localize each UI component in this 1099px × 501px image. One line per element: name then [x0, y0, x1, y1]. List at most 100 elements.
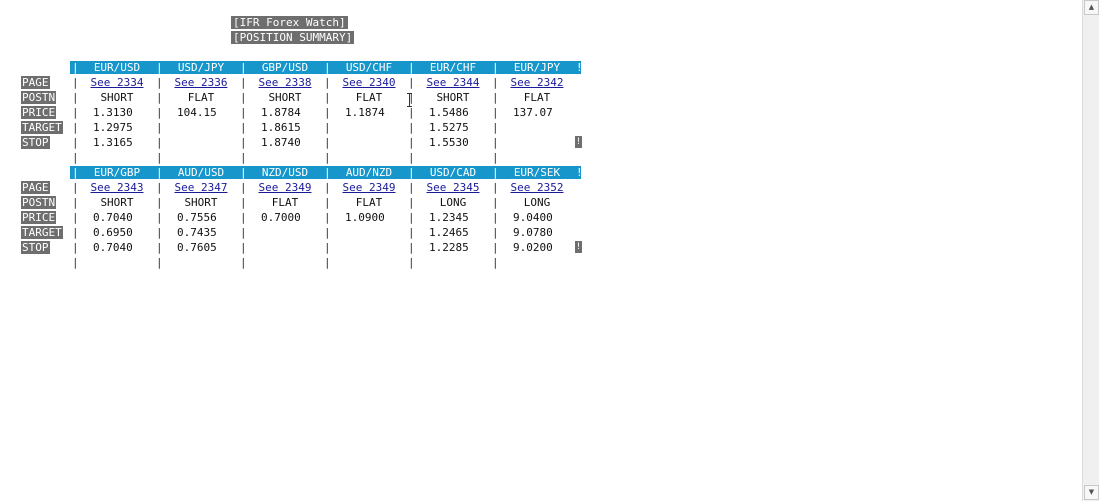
row-label-postn: POSTN: [21, 196, 57, 209]
page-link[interactable]: See 2344: [415, 76, 491, 89]
header-separator: |: [408, 61, 415, 74]
header-separator: |: [324, 166, 331, 179]
row-label-target: TARGET: [21, 121, 63, 134]
row-label-page: PAGE: [21, 181, 50, 194]
cell-price: 1.2345: [429, 211, 469, 224]
column-separator: |: [72, 136, 79, 149]
page-link[interactable]: See 2340: [331, 76, 407, 89]
page-link[interactable]: See 2345: [415, 181, 491, 194]
currency-pair-header: AUD/USD: [177, 166, 225, 179]
currency-pair-header: GBP/USD: [261, 61, 309, 74]
scroll-down-icon[interactable]: ▼: [1084, 485, 1099, 500]
cell-position: SHORT: [268, 91, 302, 104]
column-separator: |: [240, 151, 247, 164]
header-separator: |: [324, 61, 331, 74]
column-separator: |: [324, 226, 331, 239]
currency-pair-header: USD/CHF: [345, 61, 393, 74]
column-separator: |: [408, 196, 415, 209]
column-separator: |: [492, 91, 499, 104]
column-separator: |: [72, 91, 79, 104]
cell-stop: 1.5530: [429, 136, 469, 149]
page-link[interactable]: See 2343: [79, 181, 155, 194]
column-separator: |: [72, 151, 79, 164]
column-separator: |: [156, 241, 163, 254]
column-separator: |: [492, 121, 499, 134]
currency-pair-header: USD/JPY: [177, 61, 225, 74]
cell-position: SHORT: [184, 196, 218, 209]
cell-position: FLAT: [355, 196, 383, 209]
page-link[interactable]: See 2338: [247, 76, 323, 89]
column-separator: |: [72, 76, 79, 89]
cell-position: FLAT: [355, 91, 383, 104]
column-separator: |: [156, 106, 163, 119]
cell-price: 104.15: [177, 106, 217, 119]
column-separator: |: [492, 181, 499, 194]
cell-price: 1.8784: [261, 106, 301, 119]
scroll-up-icon[interactable]: ▲: [1084, 0, 1099, 15]
text-cursor-icon: [407, 93, 413, 107]
column-separator: |: [492, 106, 499, 119]
column-separator: |: [408, 151, 415, 164]
currency-pair-header: AUD/NZD: [345, 166, 393, 179]
cell-target: 1.5275: [429, 121, 469, 134]
column-separator: |: [492, 256, 499, 269]
cell-position: SHORT: [100, 196, 134, 209]
column-separator: |: [240, 241, 247, 254]
header-separator: |: [156, 61, 163, 74]
cell-stop: 1.8740: [261, 136, 301, 149]
vertical-scrollbar[interactable]: ▲ ▼: [1082, 0, 1099, 501]
column-separator: |: [240, 121, 247, 134]
header-end-mark: !: [576, 166, 583, 179]
row-label-price: PRICE: [21, 211, 57, 224]
column-separator: |: [492, 136, 499, 149]
column-separator: |: [72, 211, 79, 224]
page-link[interactable]: See 2347: [163, 181, 239, 194]
column-separator: |: [324, 241, 331, 254]
column-separator: |: [324, 76, 331, 89]
cell-position: SHORT: [100, 91, 134, 104]
page-link[interactable]: See 2336: [163, 76, 239, 89]
header-separator: |: [492, 61, 499, 74]
cell-position: FLAT: [187, 91, 215, 104]
header-separator: |: [240, 166, 247, 179]
column-separator: |: [324, 256, 331, 269]
row-label-page: PAGE: [21, 76, 50, 89]
column-separator: |: [156, 136, 163, 149]
row-label-stop: STOP: [21, 136, 50, 149]
page-link[interactable]: See 2352: [499, 181, 575, 194]
cell-price: 0.7556: [177, 211, 217, 224]
column-separator: |: [156, 151, 163, 164]
page-link[interactable]: See 2349: [331, 181, 407, 194]
cell-position: FLAT: [523, 91, 551, 104]
cell-position: FLAT: [271, 196, 299, 209]
page-link[interactable]: See 2349: [247, 181, 323, 194]
column-separator: |: [240, 226, 247, 239]
column-separator: |: [72, 226, 79, 239]
header-separator: |: [492, 166, 499, 179]
cell-target: 1.2975: [93, 121, 133, 134]
currency-pair-header: EUR/SEK: [513, 166, 561, 179]
column-separator: |: [156, 76, 163, 89]
cell-stop: 0.7605: [177, 241, 217, 254]
row-label-price: PRICE: [21, 106, 57, 119]
cell-position: LONG: [523, 196, 551, 209]
cell-price: 137.07: [513, 106, 553, 119]
column-separator: |: [240, 196, 247, 209]
page-link[interactable]: See 2342: [499, 76, 575, 89]
column-separator: |: [72, 181, 79, 194]
column-separator: |: [240, 256, 247, 269]
column-separator: |: [408, 181, 415, 194]
page-link[interactable]: See 2334: [79, 76, 155, 89]
cell-stop: 0.7040: [93, 241, 133, 254]
column-separator: |: [492, 211, 499, 224]
title-line-1: [IFR Forex Watch]: [231, 16, 348, 29]
cell-price: 0.7000: [261, 211, 301, 224]
cell-position: SHORT: [436, 91, 470, 104]
header-separator: |: [156, 166, 163, 179]
column-separator: |: [408, 136, 415, 149]
row-label-stop: STOP: [21, 241, 50, 254]
row-end-mark: !: [575, 136, 582, 148]
column-separator: |: [156, 226, 163, 239]
currency-pair-header: EUR/USD: [93, 61, 141, 74]
row-label-target: TARGET: [21, 226, 63, 239]
